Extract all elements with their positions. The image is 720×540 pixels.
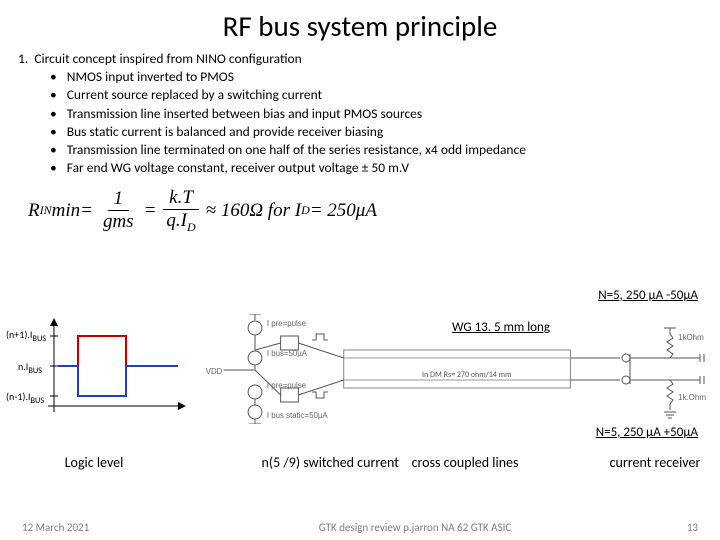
switched-current-schematic: I pre=pulse I bus=50µA VDD I pre=pulse I… xyxy=(186,314,600,424)
label-receiver: current receiver xyxy=(590,454,720,471)
svg-text:VDD: VDD xyxy=(206,367,223,376)
page-title: RF bus system principle xyxy=(0,0,720,44)
list-item: Far end WG voltage constant, receiver ou… xyxy=(50,159,702,177)
label-switched: n(5 /9) switched current cross coupled l… xyxy=(150,454,590,471)
footer-date: 12 March 2021 xyxy=(22,521,172,534)
svg-text:I pre=pulse: I pre=pulse xyxy=(267,381,307,390)
svg-text:I pre=pulse: I pre=pulse xyxy=(267,319,307,328)
footer-page: 13 xyxy=(658,521,698,534)
list-item: Transmission line terminated on one half… xyxy=(50,141,702,159)
svg-text:1kOhm: 1kOhm xyxy=(678,333,704,342)
diagram-labels: Logic level n(5 /9) switched current cro… xyxy=(0,454,720,471)
current-receiver-schematic: 1kOhm 1k.Ohm xyxy=(600,314,712,424)
footer: 12 March 2021 GTK design review p.jarron… xyxy=(0,521,720,534)
svg-text:I bus static=50µA: I bus static=50µA xyxy=(267,411,329,420)
svg-text:1k.Ohm: 1k.Ohm xyxy=(678,393,706,402)
list-item: Current source replaced by a switching c… xyxy=(50,86,702,104)
diagram-row: (n+1).IBUS n.IBUS (n-1).IBUS I pre=pulse… xyxy=(8,314,712,424)
list-item: Transmission line inserted between bias … xyxy=(50,105,702,123)
logic-level-plot: (n+1).IBUS n.IBUS (n-1).IBUS xyxy=(8,314,186,424)
list-top: Circuit concept inspired from NINO confi… xyxy=(34,50,301,67)
list-item: NMOS input inverted to PMOS xyxy=(50,68,702,86)
formula: RIN min = 1gms = k.Tq.ID ≈ 160Ω for ID =… xyxy=(28,188,720,234)
annotation-bot: N=5, 250 µA +50µA xyxy=(596,425,698,440)
footer-center: GTK design review p.jarron NA 62 GTK ASI… xyxy=(172,521,658,534)
dm-caption: In DM Rs= 270 ohm/14 mm xyxy=(422,370,511,380)
annotation-top: N=5, 250 µA -50µA xyxy=(598,288,698,303)
concept-list: 1. Circuit concept inspired from NINO co… xyxy=(0,44,720,178)
list-item: Bus static current is balanced and provi… xyxy=(50,123,702,141)
label-logic: Logic level xyxy=(0,454,150,471)
